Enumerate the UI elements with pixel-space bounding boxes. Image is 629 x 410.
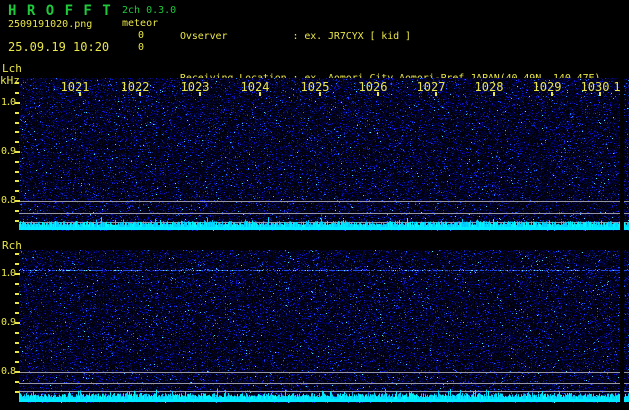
- lch-y-label: 0.9: [1, 146, 16, 157]
- time-tick-label: 1030: [580, 80, 610, 94]
- lch-y-tick: [15, 151, 20, 153]
- rch-y-tick: [15, 361, 19, 363]
- rch-y-tick: [15, 322, 20, 324]
- time-tick-label: 1025: [300, 80, 330, 94]
- rch-y-tick: [15, 263, 19, 265]
- lch-y-tick: [15, 102, 20, 104]
- rch-y-label: 0.8: [1, 366, 16, 377]
- rch-y-tick: [15, 351, 19, 353]
- rch-y-tick: [15, 283, 19, 285]
- lch-y-tick: [15, 190, 19, 192]
- lch-y-label: 1.0: [1, 97, 16, 108]
- lch-y-tick: [15, 180, 19, 182]
- time-tick-mark: [377, 92, 379, 96]
- lch-y-tick: [15, 141, 19, 143]
- rch-y-tick: [15, 342, 19, 344]
- meteor-count-top: 0: [137, 30, 144, 41]
- lch-y-tick: [15, 200, 20, 202]
- time-tick-label: 1026: [358, 80, 388, 94]
- time-tick-mark: [319, 92, 321, 96]
- rch-y-tick: [15, 312, 19, 314]
- lch-spectrogram: [19, 78, 629, 231]
- lch-y-label: 0.8: [1, 195, 16, 206]
- lch-y-tick: [15, 92, 19, 94]
- time-tick-label: 1023: [180, 80, 210, 94]
- rch-y-tick: [15, 391, 19, 393]
- rch-y-tick: [15, 332, 19, 334]
- time-tick-label: 1024: [240, 80, 270, 94]
- lch-y-tick: [15, 171, 19, 173]
- output-file-name: 2509191020.png: [8, 19, 93, 30]
- hrofft-window: H R O F F T 2ch 0.3.0 2509191020.png met…: [0, 0, 629, 410]
- lch-y-tick: [15, 82, 19, 84]
- time-tick-mark: [139, 92, 141, 96]
- lch-y-tick: [15, 220, 19, 222]
- time-tick-mark: [259, 92, 261, 96]
- meteor-count-bottom: 0: [137, 42, 144, 53]
- datetime-label: 25.09.19 10:20: [8, 40, 110, 54]
- time-tick-mark: [435, 92, 437, 96]
- time-tick-mark: [599, 92, 601, 96]
- time-tick-label-partial: 1: [613, 80, 621, 94]
- time-tick-label: 1029: [532, 80, 562, 94]
- rch-y-tick: [15, 371, 20, 373]
- app-title: H R O F F T: [8, 3, 112, 19]
- rch-y-tick: [15, 381, 19, 383]
- lch-y-tick: [15, 131, 19, 133]
- time-tick-mark: [79, 92, 81, 96]
- time-tick-label: 1021: [60, 80, 90, 94]
- rch-y-tick: [15, 273, 20, 275]
- time-tick-mark: [199, 92, 201, 96]
- lch-y-tick: [15, 112, 19, 114]
- rch-y-tick: [15, 302, 19, 304]
- rch-y-tick: [15, 253, 19, 255]
- time-tick-label: 1028: [474, 80, 504, 94]
- mode-label: meteor: [122, 18, 159, 29]
- time-tick-label: 1027: [416, 80, 446, 94]
- rch-spectrogram: [19, 250, 629, 403]
- observer-line: Ovserver : ex. JR7CYX [ kid ]: [180, 31, 411, 42]
- time-tick-mark: [551, 92, 553, 96]
- time-tick-label: 1022: [120, 80, 150, 94]
- khz-unit-label: kHz: [0, 74, 20, 87]
- rch-y-label: 0.9: [1, 317, 16, 328]
- app-version: 2ch 0.3.0: [122, 5, 177, 16]
- lch-y-tick: [15, 122, 19, 124]
- rch-y-label: 1.0: [1, 268, 16, 279]
- lch-y-tick: [15, 210, 19, 212]
- lch-y-tick: [15, 161, 19, 163]
- rch-y-tick: [15, 293, 19, 295]
- time-tick-mark: [493, 92, 495, 96]
